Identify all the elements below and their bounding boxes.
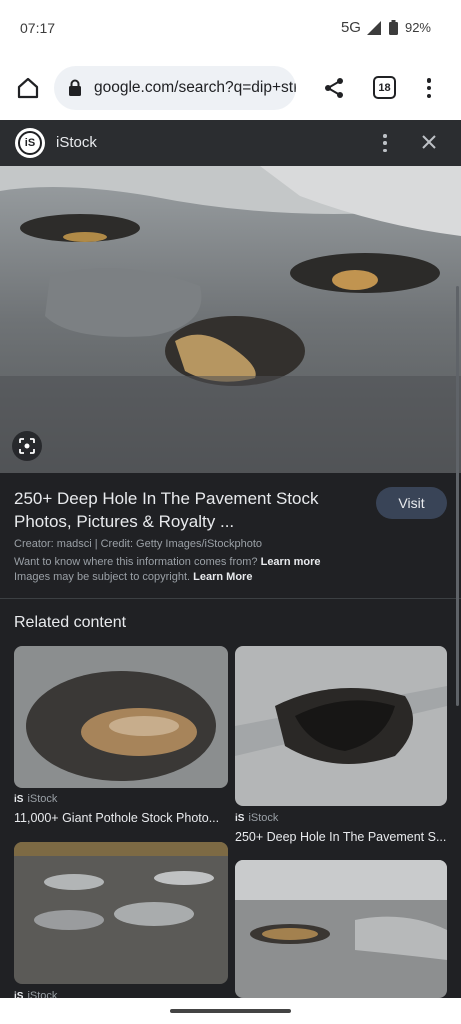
home-button[interactable] [12,72,44,104]
related-image[interactable] [14,842,228,984]
divider [0,598,461,599]
related-card[interactable]: iS iStock [14,842,228,998]
panel-header: iS iStock [0,120,461,166]
status-bar: 07:17 5G 92% [0,0,461,56]
share-button[interactable] [320,74,348,102]
related-card[interactable]: iS iStock 250+ Deep Hole In The Pavement … [235,646,447,856]
related-source: iS iStock [14,793,58,805]
panel-more-icon[interactable] [380,134,390,152]
battery-icon [388,20,398,35]
copyright-line: Images may be subject to copyright. Lear… [14,571,253,583]
related-card[interactable] [235,860,447,998]
source-logo-small: iS [14,793,24,805]
gesture-nav-bar [0,998,461,1024]
status-indicators: 5G 92% [341,19,431,36]
related-card[interactable]: iS iStock 11,000+ Giant Pothole Stock Pho… [14,646,228,836]
related-source: iS iStock [14,990,57,998]
visit-button[interactable]: Visit [376,487,447,519]
related-title[interactable]: 250+ Deep Hole In The Pavement S... [235,830,447,844]
url-text: google.com/search?q=dip+stı [94,79,296,96]
home-gesture-handle[interactable] [170,1009,291,1013]
result-title[interactable]: 250+ Deep Hole In The Pavement Stock Pho… [14,487,324,533]
share-icon [325,78,343,98]
signal-icon [366,20,381,35]
lock-icon [69,79,81,96]
source-logo-small: iS [235,812,245,824]
source-logo-small: iS [14,990,24,999]
copyright-learn-more-link[interactable]: Learn More [193,571,252,583]
status-time: 07:17 [20,20,56,36]
source-logo: iS [15,128,45,158]
learn-more-link[interactable]: Learn more [261,556,321,568]
related-heading: Related content [14,614,127,631]
tabs-button[interactable]: 18 [373,76,396,99]
source-name: iStock [56,134,97,151]
related-image[interactable] [235,860,447,998]
related-image[interactable] [14,646,228,788]
browser-toolbar: google.com/search?q=dip+stı 18 [0,56,461,120]
home-icon [17,77,39,99]
scrollbar[interactable] [456,286,459,706]
url-bar[interactable]: google.com/search?q=dip+stı [54,66,296,110]
related-image[interactable] [235,646,447,806]
related-source: iS iStock [235,812,279,824]
image-credit: Creator: madsci | Credit: Getty Images/i… [14,538,263,550]
more-vert-icon[interactable] [418,74,440,102]
lens-icon[interactable] [12,431,42,461]
network-label: 5G [340,19,361,36]
related-title[interactable]: 11,000+ Giant Pothole Stock Photo... [14,811,228,825]
info-line: Want to know where this information come… [14,556,321,568]
battery-label: 92% [404,20,431,35]
main-image[interactable] [0,166,461,473]
close-icon[interactable] [418,131,440,153]
image-viewer-panel: iS iStock 250+ Deep Hole In The Pavement… [0,120,461,998]
